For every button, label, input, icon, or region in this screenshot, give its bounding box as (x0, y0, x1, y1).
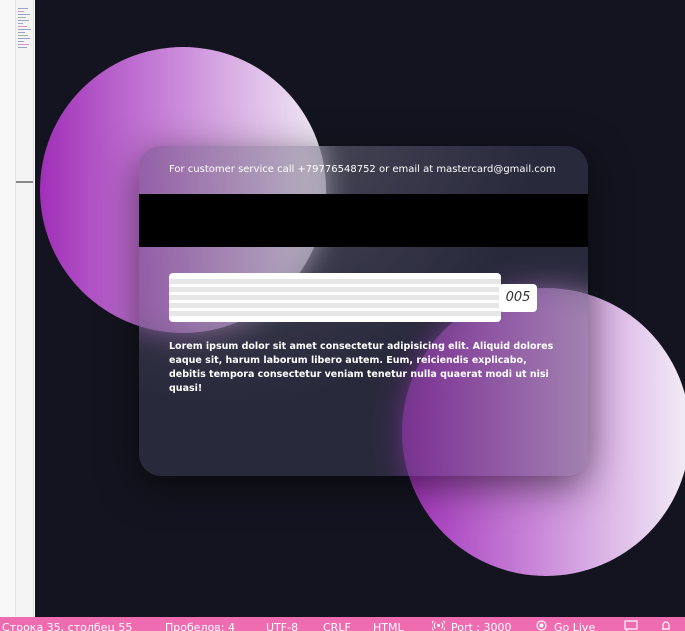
notification-bell-icon[interactable] (660, 620, 672, 631)
broadcast-icon[interactable] (431, 620, 446, 631)
language-mode[interactable]: HTML (373, 621, 404, 631)
status-bar: Строка 35, столбец 55 Пробелов: 4 UTF-8 … (0, 617, 685, 631)
signature-strip (169, 273, 501, 322)
editor-scroll-indicator[interactable] (16, 181, 33, 183)
editor-minimap[interactable] (18, 8, 32, 68)
cursor-position[interactable]: Строка 35, столбец 55 (2, 621, 132, 631)
editor-gutter (0, 0, 16, 617)
golive-icon[interactable] (535, 620, 548, 631)
port-indicator[interactable]: Port : 3000 (451, 621, 512, 631)
indentation-setting[interactable]: Пробелов: 4 (165, 621, 235, 631)
customer-service-text: For customer service call +79776548752 o… (169, 164, 556, 175)
encoding-selector[interactable]: UTF-8 (266, 621, 298, 631)
go-live-button[interactable]: Go Live (554, 621, 595, 631)
code-editor-pane[interactable] (0, 0, 34, 617)
eol-selector[interactable]: CRLF (323, 621, 351, 631)
feedback-icon[interactable] (624, 620, 638, 631)
live-preview: For customer service call +79776548752 o… (35, 0, 685, 617)
card-back: For customer service call +79776548752 o… (139, 146, 588, 476)
cvv-code: 005 (499, 284, 537, 312)
card-description: Lorem ipsum dolor sit amet consectetur a… (169, 341, 554, 394)
magnetic-stripe (139, 194, 588, 247)
